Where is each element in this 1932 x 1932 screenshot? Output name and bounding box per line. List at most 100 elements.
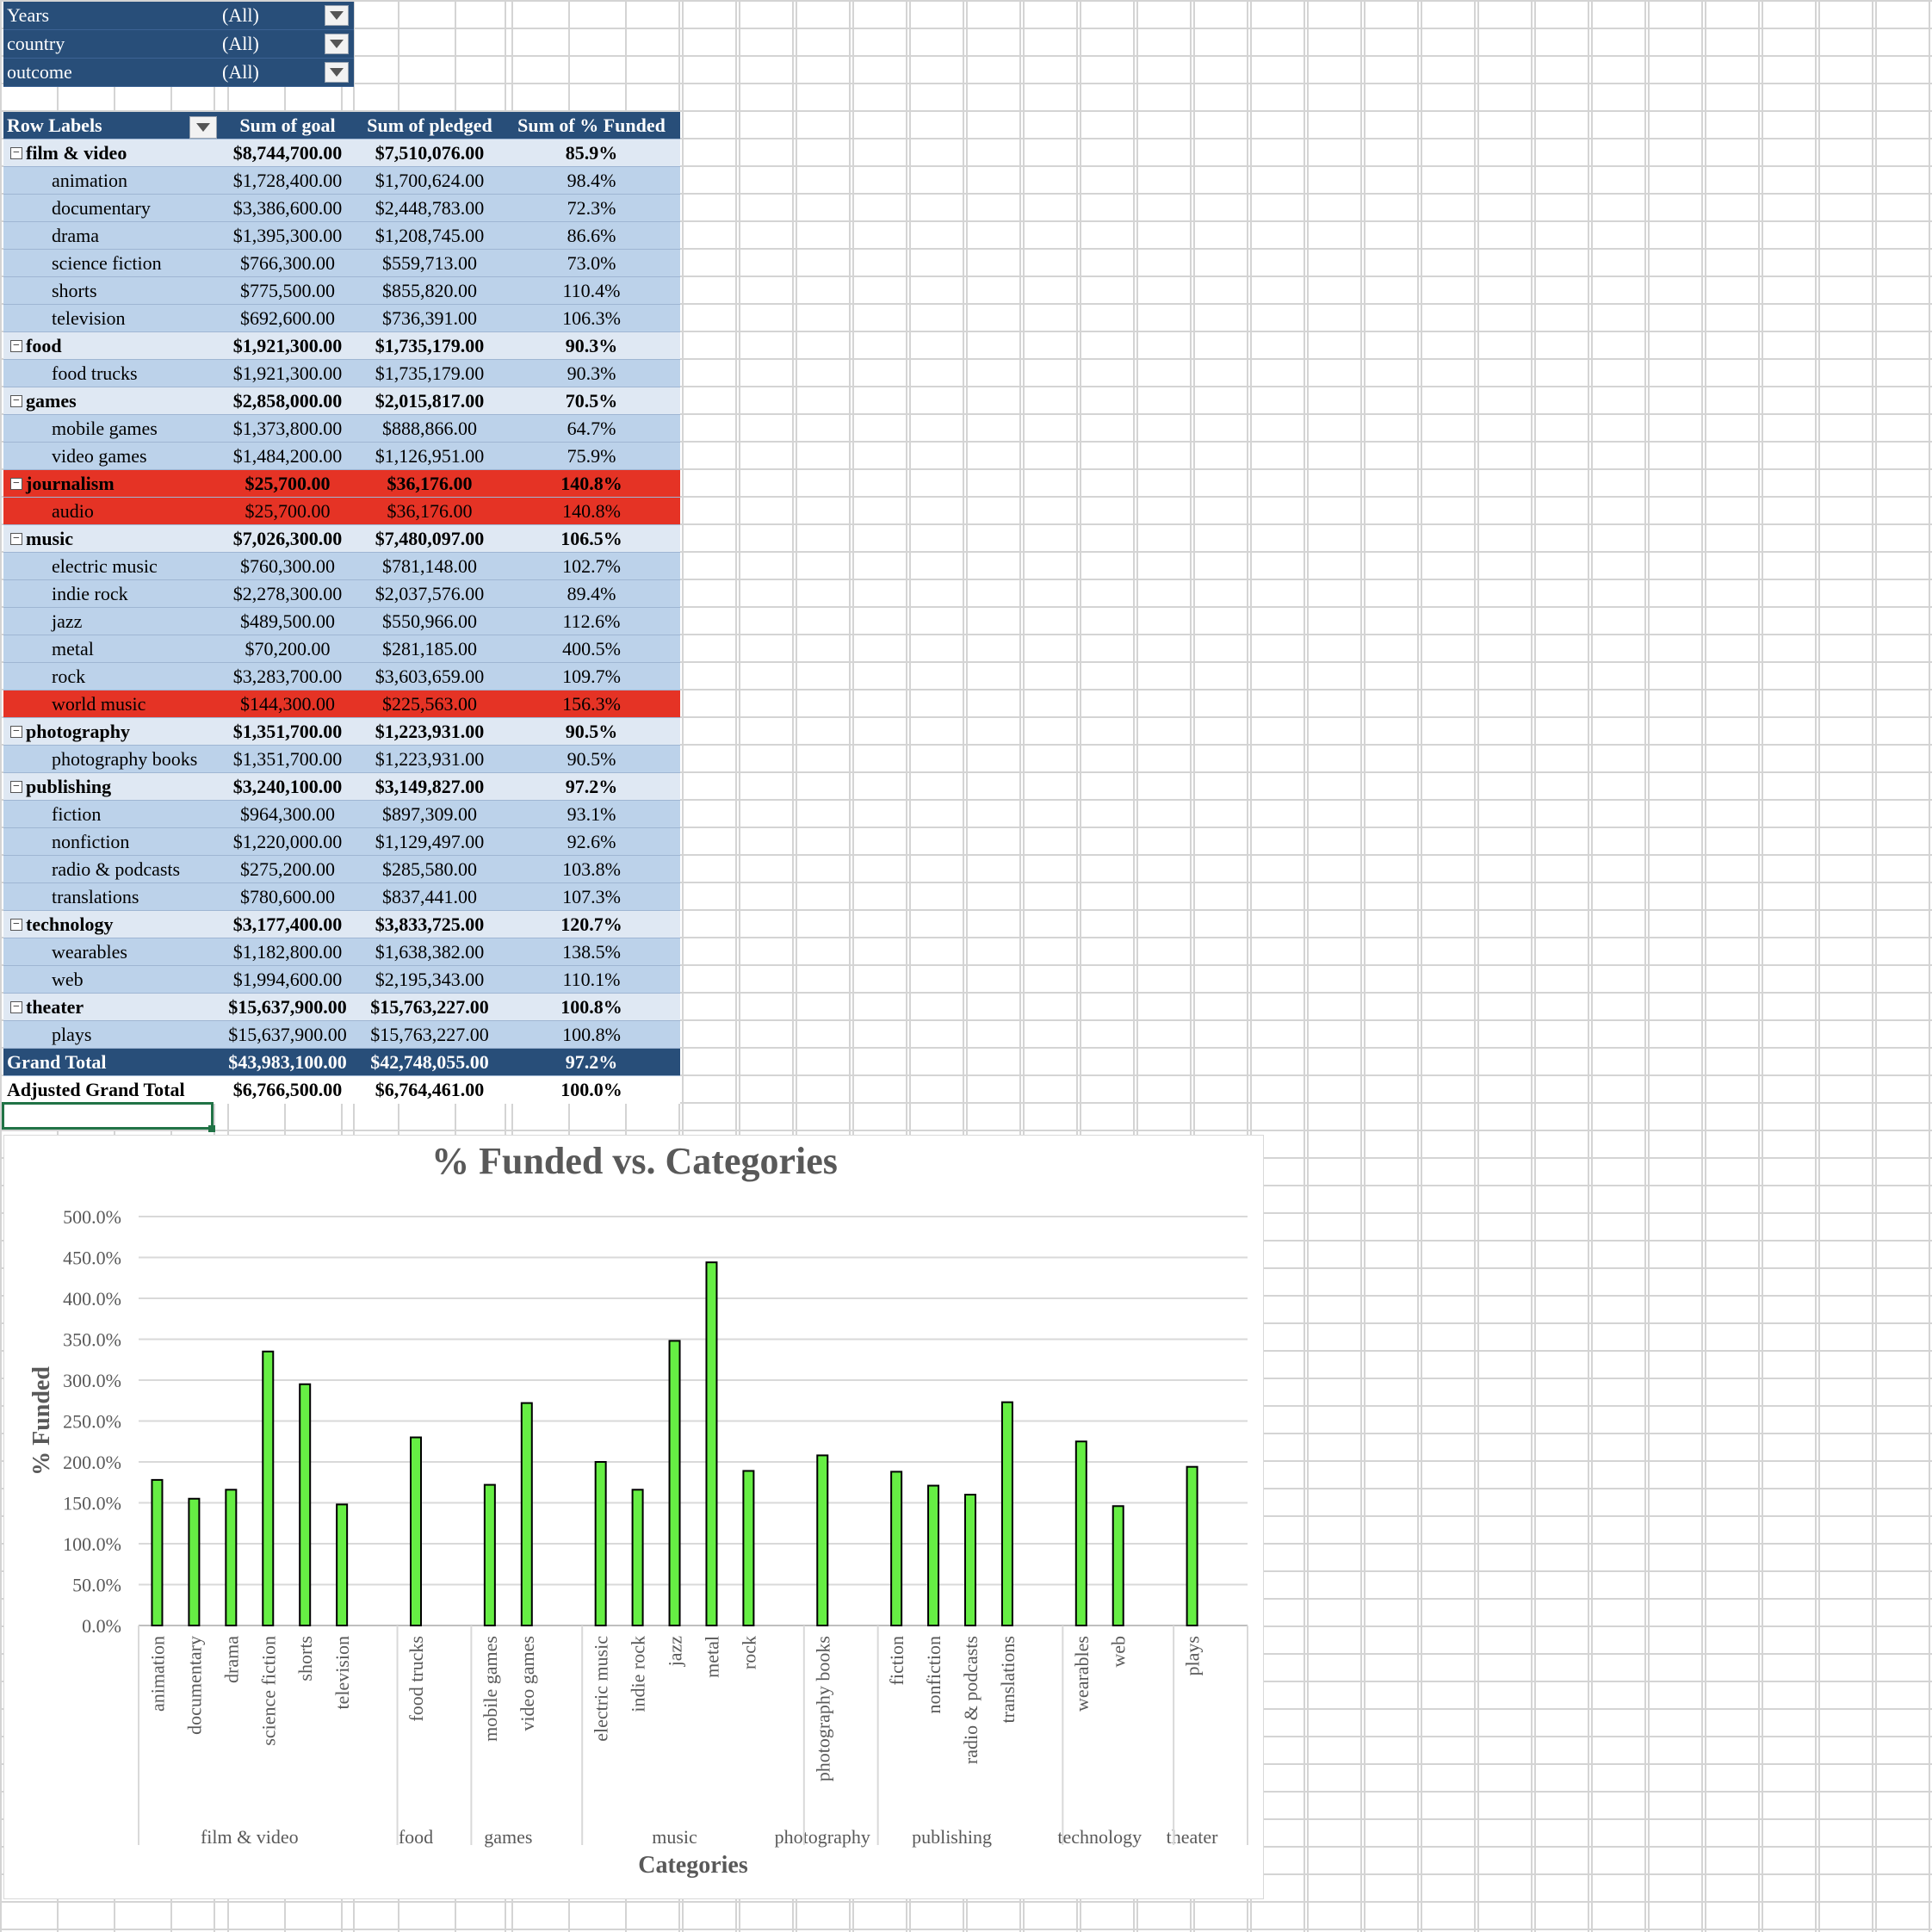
subcategory-row[interactable]: plays $15,637,900.00 $15,763,227.00 100.8% bbox=[3, 1021, 680, 1049]
funded-cell: 86.6% bbox=[567, 224, 616, 246]
category-row[interactable]: − food $1,921,300.00 $1,735,179.00 90.3% bbox=[3, 332, 680, 360]
goal-cell: $1,484,200.00 bbox=[232, 444, 343, 467]
category-row[interactable]: − technology $3,177,400.00 $3,833,725.00 120… bbox=[3, 911, 680, 938]
category-row[interactable]: − theater $15,637,900.00 $15,763,227.00 100.… bbox=[3, 994, 680, 1021]
subcategory-row[interactable]: world music $144,300.00 $225,563.00 156.3% bbox=[3, 690, 680, 718]
subcategory-row[interactable]: fiction $964,300.00 $897,309.00 93.1% bbox=[3, 801, 680, 828]
pledged-cell: $897,309.00 bbox=[382, 802, 477, 825]
subcategory-row[interactable]: electric music $760,300.00 $781,148.00 102.… bbox=[3, 553, 680, 580]
goal-header[interactable]: Sum of goal bbox=[219, 115, 356, 137]
category-row[interactable]: − music $7,026,300.00 $7,480,097.00 106.5% bbox=[3, 525, 680, 553]
subcategory-row[interactable]: photography books $1,351,700.00 $1,223,931… bbox=[3, 746, 680, 773]
bar bbox=[188, 1497, 201, 1626]
funded-cell: 100.8% bbox=[562, 1023, 621, 1045]
subcategory-row[interactable]: audio $25,700.00 $36,176.00 140.8% bbox=[3, 498, 680, 525]
x-tick-label: shorts bbox=[294, 1636, 316, 1681]
collapse-icon[interactable]: − bbox=[10, 918, 22, 931]
goal-cell: $760,300.00 bbox=[240, 554, 335, 577]
grid-col-line bbox=[1929, 0, 1930, 1932]
subcategory-row[interactable]: science fiction $766,300.00 $559,713.00 73.… bbox=[3, 250, 680, 277]
subcategory-row[interactable]: wearables $1,182,800.00 $1,638,382.00 138.5… bbox=[3, 938, 680, 966]
subcategory-row[interactable]: rock $3,283,700.00 $3,603,659.00 109.7% bbox=[3, 663, 680, 690]
x-tick-label: metal bbox=[701, 1636, 722, 1678]
subcategory-row[interactable]: shorts $775,500.00 $855,820.00 110.4% bbox=[3, 277, 680, 305]
bar bbox=[483, 1483, 496, 1626]
subcategory-row[interactable]: mobile games $1,373,800.00 $888,866.00 64.7… bbox=[3, 415, 680, 443]
collapse-icon[interactable]: − bbox=[10, 339, 22, 352]
subcategory-row[interactable]: radio & podcasts $275,200.00 $285,580.00 10… bbox=[3, 856, 680, 883]
selected-cell[interactable] bbox=[2, 1102, 214, 1130]
x-tick-label: fiction bbox=[886, 1636, 907, 1685]
pledged-cell: $855,820.00 bbox=[382, 279, 477, 301]
subcategory-row[interactable]: web $1,994,600.00 $2,195,343.00 110.1% bbox=[3, 966, 680, 994]
funded-chart[interactable]: % Funded vs. Categories 0.0% 50.0% 100.0% 15… bbox=[3, 1135, 1264, 1899]
grand-total-row[interactable]: Grand Total $43,983,100.00 $42,748,055.0… bbox=[3, 1049, 680, 1076]
pivot-table: Row Labels Sum of goal Sum of pledged Su… bbox=[3, 112, 680, 1104]
row-label-text: photography bbox=[26, 720, 131, 742]
pledged-header[interactable]: Sum of pledged bbox=[356, 115, 503, 137]
row-label: wearables bbox=[3, 941, 219, 963]
subcategory-row[interactable]: indie rock $2,278,300.00 $2,037,576.00 89.4… bbox=[3, 580, 680, 608]
collapse-icon[interactable]: − bbox=[10, 725, 22, 738]
fill-handle[interactable] bbox=[208, 1125, 215, 1132]
subcategory-row[interactable]: animation $1,728,400.00 $1,700,624.00 98.4% bbox=[3, 167, 680, 195]
pledged-cell: $3,833,725.00 bbox=[375, 913, 485, 935]
collapse-icon[interactable]: − bbox=[10, 477, 22, 490]
bar bbox=[299, 1383, 312, 1626]
goal-cell: $7,026,300.00 bbox=[232, 527, 343, 549]
x-tick-label: nonfiction bbox=[923, 1636, 944, 1713]
row-label: rock bbox=[3, 666, 219, 688]
filter-dropdown-button[interactable] bbox=[325, 62, 349, 83]
goal-cell: $2,278,300.00 bbox=[232, 582, 343, 604]
collapse-icon[interactable]: − bbox=[10, 780, 22, 793]
y-axis-label: % Funded bbox=[28, 1366, 55, 1476]
row-label-text: wearables bbox=[52, 940, 127, 963]
goal-cell: $3,386,600.00 bbox=[232, 196, 343, 219]
subcategory-row[interactable]: translations $780,600.00 $837,441.00 107.3% bbox=[3, 883, 680, 911]
bar bbox=[151, 1478, 164, 1626]
goal-cell: $780,600.00 bbox=[240, 885, 335, 907]
category-row[interactable]: − photography $1,351,700.00 $1,223,931.00 90… bbox=[3, 718, 680, 746]
collapse-icon[interactable]: − bbox=[10, 532, 22, 545]
category-row[interactable]: − publishing $3,240,100.00 $3,149,827.00 97.… bbox=[3, 773, 680, 801]
subcategory-row[interactable]: video games $1,484,200.00 $1,126,951.00 75.… bbox=[3, 443, 680, 470]
subcategory-row[interactable]: drama $1,395,300.00 $1,208,745.00 86.6% bbox=[3, 222, 680, 250]
grid-col-line bbox=[1815, 0, 1817, 1932]
adjusted-total-row[interactable]: Adjusted Grand Total $6,766,500.00 $6,76… bbox=[3, 1076, 680, 1104]
row-label: television bbox=[3, 307, 219, 330]
pledged-cell: $1,735,179.00 bbox=[375, 334, 485, 356]
funded-header[interactable]: Sum of % Funded bbox=[503, 115, 680, 137]
row-label-text: radio & podcasts bbox=[52, 858, 181, 880]
filter-dropdown-button[interactable] bbox=[325, 34, 349, 54]
funded-cell: 103.8% bbox=[562, 858, 621, 880]
y-tick-label: 50.0% bbox=[72, 1575, 121, 1596]
funded-cell: 106.3% bbox=[562, 307, 621, 329]
subcategory-row[interactable]: food trucks $1,921,300.00 $1,735,179.00 90.… bbox=[3, 360, 680, 387]
funded-cell: 75.9% bbox=[567, 444, 616, 467]
goal-cell: $1,395,300.00 bbox=[232, 224, 343, 246]
subcategory-row[interactable]: jazz $489,500.00 $550,966.00 112.6% bbox=[3, 608, 680, 635]
collapse-icon[interactable]: − bbox=[10, 1000, 22, 1013]
category-row[interactable]: − games $2,858,000.00 $2,015,817.00 70.5% bbox=[3, 387, 680, 415]
subcategory-row[interactable]: television $692,600.00 $736,391.00 106.3% bbox=[3, 305, 680, 332]
filter-dropdown-button[interactable] bbox=[325, 5, 349, 26]
row-label: electric music bbox=[3, 555, 219, 578]
row-labels-filter-button[interactable] bbox=[189, 115, 217, 139]
row-label-text: games bbox=[26, 389, 77, 412]
row-label: − film & video bbox=[3, 142, 219, 164]
collapse-icon[interactable]: − bbox=[10, 146, 22, 159]
pledged-cell: $3,603,659.00 bbox=[375, 665, 485, 687]
subcategory-row[interactable]: nonfiction $1,220,000.00 $1,129,497.00 92.6… bbox=[3, 828, 680, 856]
category-row[interactable]: − journalism $25,700.00 $36,176.00 140.8% bbox=[3, 470, 680, 498]
x-group-label: publishing bbox=[912, 1826, 992, 1848]
row-label-text: electric music bbox=[52, 554, 158, 577]
x-tick-label: wearables bbox=[1071, 1636, 1093, 1712]
row-labels-header[interactable]: Row Labels bbox=[3, 115, 219, 139]
subcategory-row[interactable]: metal $70,200.00 $281,185.00 400.5% bbox=[3, 635, 680, 663]
funded-cell: 112.6% bbox=[562, 610, 621, 632]
subcategory-row[interactable]: documentary $3,386,600.00 $2,448,783.00 72.… bbox=[3, 195, 680, 222]
row-label: − publishing bbox=[3, 776, 219, 798]
goal-cell: $775,500.00 bbox=[240, 279, 335, 301]
collapse-icon[interactable]: − bbox=[10, 394, 22, 407]
category-row[interactable]: − film & video $8,744,700.00 $7,510,076.00 8… bbox=[3, 139, 680, 167]
